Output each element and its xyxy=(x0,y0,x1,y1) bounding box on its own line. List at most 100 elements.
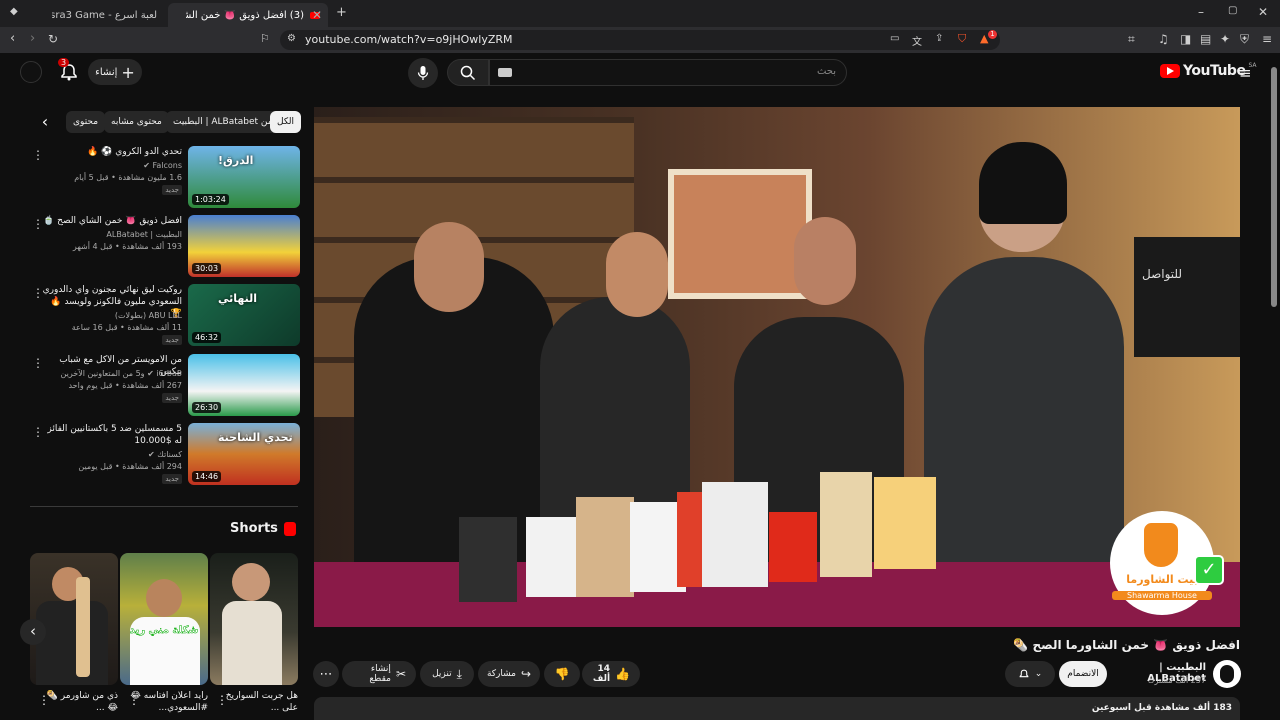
video-thumbnail[interactable]: 30:03 xyxy=(188,215,300,277)
recommendation-channel[interactable]: ABU LEL (بطولات) xyxy=(42,311,182,320)
forward-icon[interactable]: › xyxy=(30,31,35,46)
shorts-prev-button[interactable]: ‹ xyxy=(20,619,46,645)
chip-more-content[interactable]: محتوى xyxy=(66,111,106,133)
person-head xyxy=(794,217,856,305)
tab-youtube-active[interactable]: (3) افضل ذويق 👅 خمن الشاورما ✕ xyxy=(168,3,328,27)
chip-from-channel[interactable]: من ALBatabet | البطبيت xyxy=(166,111,280,133)
media-icon[interactable]: ♫ xyxy=(1158,32,1169,46)
chips-prev-button[interactable]: ‹ xyxy=(34,112,56,134)
like-button[interactable]: 👍 14 ألف xyxy=(582,661,640,687)
recommendation-card[interactable]: تحدي الشاحنة 14:46 5 مسمسلين ضد 5 باكستا… xyxy=(30,423,300,487)
create-button[interactable]: إنشاء + xyxy=(88,59,142,85)
channel-avatar[interactable] xyxy=(1213,660,1241,688)
thumbs-up-icon: 👍 xyxy=(615,667,630,681)
back-icon[interactable]: ‹ xyxy=(10,31,15,46)
short-card[interactable]: شكلة مني ريد xyxy=(120,553,208,685)
video-thumbnail[interactable]: !الدرق 1:03:24 xyxy=(188,146,300,208)
new-tab-button[interactable]: + xyxy=(336,5,347,20)
bookmark-icon[interactable]: ⚐ xyxy=(260,32,270,45)
share-button[interactable]: ↪ مشاركة xyxy=(478,661,540,687)
download-label: تنزيل xyxy=(432,669,452,679)
recommendation-card[interactable]: 26:30 من الامويستر من الاكل مع شباب بيكس… xyxy=(30,354,300,418)
close-window-icon[interactable]: ✕ xyxy=(1258,5,1268,19)
food-bag xyxy=(576,497,634,597)
recommendation-card[interactable]: 30:03 افضل ذويق 👅 خمن الشاي الصح 🍵 البطب… xyxy=(30,215,300,279)
brave-shield-icon[interactable]: ⛉ xyxy=(958,32,966,46)
video-player[interactable]: للتواصل بيت الشاورما Shawarma House ✓ xyxy=(314,107,1240,627)
site-info-icon[interactable]: ⚙ xyxy=(287,33,296,44)
short-card[interactable] xyxy=(210,553,298,685)
scrollbar-thumb[interactable] xyxy=(1271,67,1277,307)
page-scrollbar[interactable] xyxy=(1268,53,1280,720)
hamburger-menu-icon[interactable]: ≡ xyxy=(1239,64,1252,82)
chip-label: محتوى مشابه xyxy=(111,117,162,127)
screenshot-icon[interactable]: ⌗ xyxy=(1128,32,1135,47)
dislike-button[interactable]: 👎 xyxy=(544,661,580,687)
address-bar[interactable]: ⚙ youtube.com/watch?v=o9jHOwlyZRM ▭ 文 ⇪ … xyxy=(280,30,1000,50)
join-button[interactable]: الانضمام xyxy=(1059,661,1107,687)
short-menu-icon[interactable]: ⋮ xyxy=(216,693,228,707)
recommendation-channel[interactable]: كسناتك ✔ xyxy=(42,450,182,459)
sidebar-icon[interactable]: ◨ xyxy=(1180,32,1191,46)
shorts-header: Shorts xyxy=(230,521,296,536)
more-options-icon[interactable]: ⋮ xyxy=(32,286,44,300)
keyboard-icon[interactable] xyxy=(498,68,512,77)
short-title[interactable]: رايد اعلان افتاسه 😂 #السعودي... xyxy=(128,690,208,714)
like-count: 14 ألف xyxy=(592,664,611,684)
recommendation-meta: 1.6 مليون مشاهدة • قبل 5 أيام xyxy=(74,173,182,182)
tab-asra3-game[interactable]: لعبة اسرع - Asra3 Game | جوله xyxy=(40,3,165,27)
search-input[interactable]: بحث xyxy=(489,59,847,86)
browser-menu-icon[interactable]: ≡ xyxy=(1262,32,1272,46)
notifications-button[interactable]: 3 xyxy=(58,58,80,83)
short-title[interactable]: هل جربت السواريخ على ... xyxy=(218,690,298,714)
leo-ai-icon[interactable]: ✦ xyxy=(1220,32,1230,46)
browser-toolbar: ‹ › ↻ ⚐ ⚙ youtube.com/watch?v=o9jHOwlyZR… xyxy=(0,27,1280,53)
wall-sign: للتواصل xyxy=(1134,237,1240,357)
cast-icon[interactable]: ▭ xyxy=(890,33,899,44)
short-title[interactable]: ذي من شاورمر 🌯 😂 ... xyxy=(38,690,118,714)
more-options-icon[interactable]: ⋮ xyxy=(32,217,44,231)
more-options-icon[interactable]: ⋮ xyxy=(32,148,44,162)
short-menu-icon[interactable]: ⋮ xyxy=(38,693,50,707)
minimize-icon[interactable]: – xyxy=(1198,5,1204,19)
description-box[interactable]: 183 ألف مشاهدة قبل اسبوعين xyxy=(314,697,1240,720)
recommendation-title[interactable]: افضل ذويق 👅 خمن الشاي الصح 🍵 xyxy=(42,215,182,227)
short-menu-icon[interactable]: ⋮ xyxy=(128,693,140,707)
recommendation-card[interactable]: النهائي 46:32 روكيت ليق نهائي مجنون واي … xyxy=(30,284,300,348)
recommendation-card[interactable]: !الدرق 1:03:24 تحدي الدو الكروي ⚽ 🔥 Falc… xyxy=(30,146,300,210)
wall-painting xyxy=(668,169,812,299)
share-page-icon[interactable]: ⇪ xyxy=(935,33,943,44)
video-thumbnail[interactable]: النهائي 46:32 xyxy=(188,284,300,346)
clip-label: إنشاء مقطع xyxy=(369,664,391,684)
close-tab-icon[interactable]: ✕ xyxy=(312,8,322,22)
chip-similar[interactable]: محتوى مشابه xyxy=(104,111,169,133)
more-actions-button[interactable]: ⋯ xyxy=(313,661,339,687)
chip-label: الكل xyxy=(277,117,295,127)
search-button[interactable] xyxy=(447,59,489,86)
more-options-icon[interactable]: ⋮ xyxy=(32,425,44,439)
recommendation-channel[interactable]: Falcons ✔ xyxy=(42,161,182,170)
food-bag xyxy=(702,482,768,587)
video-thumbnail[interactable]: تحدي الشاحنة 14:46 xyxy=(188,423,300,485)
translate-icon[interactable]: 文 xyxy=(912,33,922,48)
recommendation-channel[interactable]: البطبيت | ALBatabet xyxy=(42,230,182,239)
browser-menu-icon[interactable]: ◆ xyxy=(10,6,18,17)
maximize-icon[interactable]: ▢ xyxy=(1228,5,1237,16)
more-options-icon[interactable]: ⋮ xyxy=(32,356,44,370)
blindfold-beanie xyxy=(979,142,1067,224)
video-thumbnail[interactable]: 26:30 xyxy=(188,354,300,416)
wallet-icon[interactable]: ▤ xyxy=(1200,32,1211,46)
recommendation-title[interactable]: 5 مسمسلين ضد 5 باكستانيين الفائز له $10.… xyxy=(42,423,182,447)
recommendation-title[interactable]: تحدي الدو الكروي ⚽ 🔥 xyxy=(42,146,182,158)
subscribed-button[interactable]: ⌄ xyxy=(1005,661,1055,687)
short-card[interactable] xyxy=(30,553,118,685)
recommendation-channel[interactable]: i6rba5 ✔ و5 من المتعاونين الآخرين xyxy=(42,369,182,378)
reload-icon[interactable]: ↻ xyxy=(48,32,58,46)
scissors-icon: ✂ xyxy=(395,667,406,681)
clip-button[interactable]: ✂ إنشاء مقطع xyxy=(342,661,416,687)
download-button[interactable]: ⤓ تنزيل xyxy=(420,661,474,687)
chip-all[interactable]: الكل xyxy=(270,111,302,133)
vpn-icon[interactable]: ⛨ xyxy=(1240,32,1249,47)
voice-search-button[interactable] xyxy=(408,58,438,88)
avatar[interactable] xyxy=(20,61,42,83)
